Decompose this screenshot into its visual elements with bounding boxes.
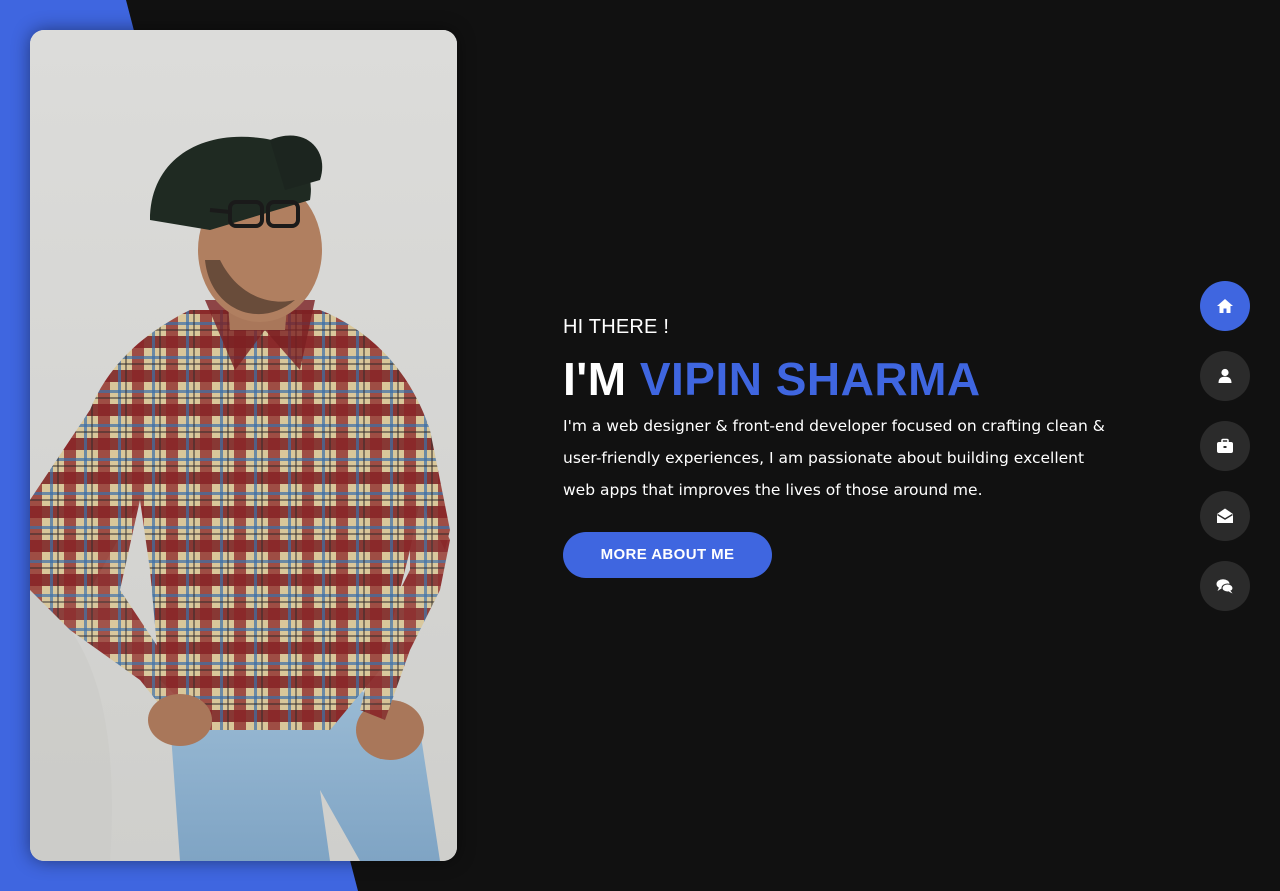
person-name: VIPIN SHARMA	[639, 353, 981, 405]
user-icon	[1215, 366, 1235, 386]
nav-blog-button[interactable]	[1200, 561, 1250, 611]
profile-photo	[30, 30, 457, 861]
page: HI THERE ! I'M VIPIN SHARMA I'm a web de…	[0, 0, 1280, 891]
nav-portfolio-button[interactable]	[1200, 421, 1250, 471]
hero-description: I'm a web designer & front-end developer…	[563, 417, 1105, 499]
hero-content: HI THERE ! I'M VIPIN SHARMA I'm a web de…	[563, 312, 1123, 578]
side-nav	[1200, 281, 1250, 631]
nav-home-button[interactable]	[1200, 281, 1250, 331]
home-icon	[1215, 296, 1235, 316]
greeting-text: HI THERE !	[563, 316, 670, 338]
comments-icon	[1215, 576, 1235, 596]
envelope-open-icon	[1215, 506, 1235, 526]
nav-contact-button[interactable]	[1200, 491, 1250, 541]
briefcase-icon	[1215, 436, 1235, 456]
intro-prefix: I'M	[563, 353, 640, 405]
nav-about-button[interactable]	[1200, 351, 1250, 401]
page-title: I'M VIPIN SHARMA	[563, 350, 1123, 408]
more-about-me-button[interactable]: MORE ABOUT ME	[563, 532, 772, 578]
